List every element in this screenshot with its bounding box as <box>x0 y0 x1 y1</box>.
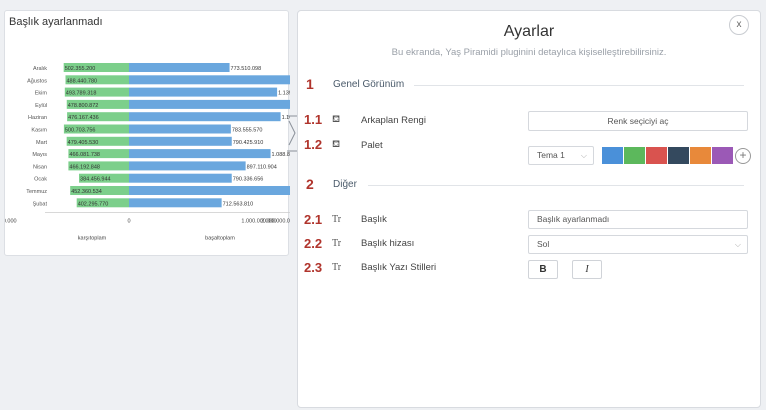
bar-right <box>129 186 290 195</box>
bar-right-value: 712.563.810 <box>223 201 254 207</box>
category-label: Ekim <box>35 91 48 97</box>
bar-right-value: 790.425.910 <box>233 140 264 146</box>
title-input[interactable]: Başlık ayarlanmadı <box>528 210 748 229</box>
category-label: Mayıs <box>32 152 47 158</box>
bar-right <box>129 136 232 146</box>
category-label: Şubat <box>33 201 48 207</box>
category-label: Haziran <box>28 115 47 121</box>
x-tick-label: 1.000.000.000 <box>5 219 17 225</box>
palette-select[interactable]: Tema 1 ⌵ <box>528 146 594 165</box>
add-color-button[interactable]: + <box>735 148 751 164</box>
row-number: 2.1 <box>304 212 323 227</box>
bar-left-value: 500.703.756 <box>65 128 96 134</box>
section-number: 1 <box>306 76 314 92</box>
right-axis-title: başaltoplam <box>205 236 235 242</box>
bar-left-value: 502.355.200 <box>65 66 96 72</box>
bar-right-value: 773.510.098 <box>231 66 262 72</box>
bar-right <box>129 75 290 85</box>
bar-left-value: 466.081.738 <box>69 152 100 158</box>
row-number: 1.2 <box>304 137 323 152</box>
category-label: Nisan <box>33 164 47 170</box>
section-divider <box>368 185 744 186</box>
bar-left-value: 384.456.944 <box>80 177 111 183</box>
row-label-alignment: Başlık hizası <box>361 238 415 249</box>
row-number: 1.1 <box>304 112 323 127</box>
panel-title: Ayarlar <box>503 23 555 40</box>
chart-card: Başlık ayarlanmadı Aralık 502.355.200 773.… <box>4 10 290 256</box>
bar-right <box>129 112 281 122</box>
settings-panel: Ayarlar Bu ekranda, Yaş Piramidi plugini… <box>297 10 761 408</box>
alignment-select-value: Sol <box>537 239 550 249</box>
bar-left-value: 476.167.436 <box>68 115 99 121</box>
row-number: 2.3 <box>304 260 323 275</box>
left-axis-title: karşıtoplam <box>78 236 107 242</box>
bar-left-value: 493.789.318 <box>66 91 97 97</box>
color-picker-button[interactable]: Renk seçiciyi aç <box>528 111 748 131</box>
palette-swatch[interactable] <box>712 147 733 164</box>
bar-right <box>129 173 232 183</box>
bar-right-value: 790.336.656 <box>233 177 264 183</box>
palette-swatch[interactable] <box>624 147 645 164</box>
panel-subtitle: Bu ekranda, Yaş Piramidi pluginini detay… <box>391 47 667 58</box>
bar-right <box>129 63 230 72</box>
category-label: Aralık <box>33 66 47 72</box>
paint-bucket-icon: ⛾ <box>332 114 341 125</box>
chevron-down-icon: ⌵ <box>734 240 741 249</box>
bold-button[interactable]: B <box>528 260 558 279</box>
row-label-background: Arkaplan Rengi <box>361 115 426 126</box>
category-label: Ocak <box>34 177 47 183</box>
bar-right <box>129 99 290 109</box>
chevron-down-icon: ⌵ <box>580 151 587 160</box>
bar-right <box>129 124 231 134</box>
italic-button[interactable]: I <box>572 260 602 279</box>
bar-left-value: 452.360.534 <box>71 189 102 195</box>
row-label-title: Başlık <box>361 214 387 225</box>
category-label: Ağustos <box>27 78 47 84</box>
bar-right-value: 1.139.291.828 <box>278 91 290 97</box>
close-button[interactable]: x <box>729 15 749 35</box>
x-tick-label: 2.000.000.0 <box>261 219 290 225</box>
palette-swatch[interactable] <box>646 147 667 164</box>
bar-left-value: 488.440.780 <box>67 78 98 84</box>
bar-right-value: 783.555.570 <box>232 128 263 134</box>
palette-swatch[interactable] <box>602 147 623 164</box>
category-label: Mart <box>36 140 47 146</box>
palette-swatch[interactable] <box>668 147 689 164</box>
palette-swatch[interactable] <box>690 147 711 164</box>
bar-left-value: 402.295.770 <box>78 201 109 207</box>
x-tick-label: 0 <box>127 219 130 225</box>
row-label-palette: Palet <box>361 140 383 151</box>
pyramid-chart: Aralık 502.355.200 773.510.098 Ağustos 488.4… <box>5 63 290 242</box>
bar-right <box>129 149 271 159</box>
text-icon: Tr <box>332 262 342 273</box>
row-number: 2.2 <box>304 236 323 251</box>
bar-right-value: 897.110.904 <box>247 164 277 170</box>
alignment-select[interactable]: Sol ⌵ <box>528 235 748 254</box>
section-number: 2 <box>306 176 314 192</box>
category-label: Kasım <box>31 128 47 134</box>
category-label: Eylül <box>35 103 47 109</box>
bar-left-value: 466.192.848 <box>69 164 100 170</box>
text-icon: Tr <box>332 214 342 225</box>
section-divider <box>414 85 744 86</box>
bar-left-value: 478.800.872 <box>68 103 99 109</box>
section-label-diger: Diğer <box>333 179 357 190</box>
section-label-genel: Genel Görünüm <box>333 79 405 90</box>
bar-right <box>129 161 246 171</box>
text-icon: Tr <box>332 238 342 249</box>
bar-right-value: 1.088.862.428 <box>272 152 290 158</box>
category-label: Temmuz <box>26 189 47 195</box>
bar-left-value: 479.405.530 <box>68 140 99 146</box>
palette-select-value: Tema 1 <box>537 150 565 160</box>
bar-right <box>129 87 278 97</box>
row-label-title-styles: Başlık Yazı Stilleri <box>361 262 437 273</box>
bar-right <box>129 198 222 208</box>
paint-bucket-icon: ⛾ <box>332 139 341 150</box>
